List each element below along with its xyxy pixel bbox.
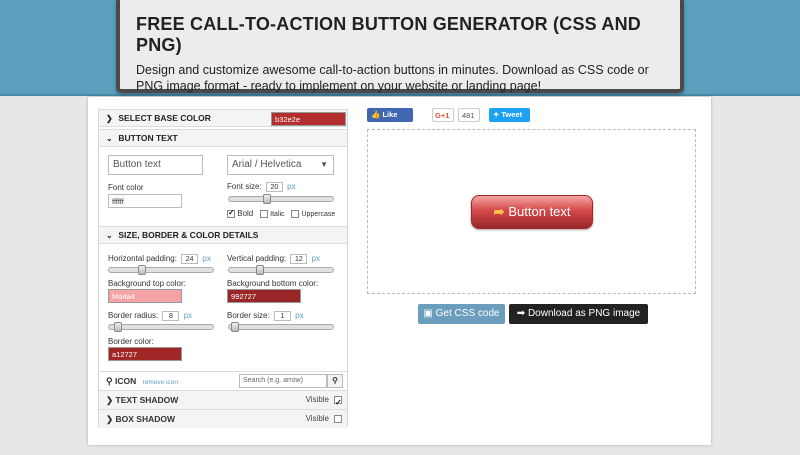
h-padding-slider[interactable] [108,265,214,275]
text-shadow-visible-checkbox[interactable] [334,394,342,412]
font-size-label: Font size: [227,182,262,192]
font-size-row: Font size: 20 px [227,182,296,192]
page-title: FREE CALL-TO-ACTION BUTTON GENERATOR (CS… [136,14,641,55]
v-padding-label: Vertical padding: [227,254,287,264]
tweet-button[interactable]: ✦ Tweet [489,108,530,122]
section-size-border[interactable]: ⌄ SIZE, BORDER & COLOR DETAILS [99,226,347,244]
v-padding-input[interactable]: 12 [290,254,308,264]
border-color-label: Border color: [108,337,154,346]
section-label: BOX SHADOW [115,414,176,424]
section-box-shadow[interactable]: ❯ BOX SHADOW Visible [99,409,347,428]
preview-button-label: Button text [508,204,571,219]
thumbs-up-icon: 👍 [371,110,381,119]
border-radius-row: Border radius: 8 px [108,311,192,321]
border-radius-label: Border radius: [108,311,159,321]
section-label: TEXT SHADOW [115,395,179,405]
font-family-select[interactable]: Arial / Helvetica ▼ [227,155,334,175]
px-unit: px [202,254,211,264]
preview-cta-button[interactable]: ➦ Button text [471,195,593,229]
bg-bottom-color-label: Background bottom color: [227,279,319,288]
font-color-picker[interactable]: ffffff [108,194,182,208]
px-unit: px [295,311,304,321]
button-text-input[interactable]: Button text [108,155,203,175]
h-padding-input[interactable]: 24 [181,254,199,264]
visible-label: Visible [305,414,329,423]
uppercase-label: Uppercase [301,211,336,218]
px-unit: px [183,311,193,321]
border-color-picker[interactable]: a12727 [108,347,182,361]
section-label: ICON [114,376,137,386]
bold-checkbox[interactable] [227,208,235,218]
search-icon: ⚲ [106,376,113,386]
slider-knob[interactable] [138,265,146,275]
section-label: SELECT BASE COLOR [118,113,211,123]
border-radius-slider[interactable] [108,322,214,332]
slider-knob[interactable] [114,322,122,332]
font-style-options: Bold Italic Uppercase [227,208,336,218]
twitter-bird-icon: ✦ [493,110,500,119]
header-banner: FREE CALL-TO-ACTION BUTTON GENERATOR (CS… [116,0,684,93]
border-size-slider[interactable] [228,322,334,332]
bg-top-color-picker[interactable]: f4a4a4 [108,289,182,303]
dropdown-arrow-icon: ▼ [320,160,328,169]
font-family-value: Arial / Helvetica [232,159,302,170]
section-label: BUTTON TEXT [118,133,178,143]
slider-knob[interactable] [231,322,239,332]
google-plus-button[interactable]: G+1 [432,108,454,122]
settings-panel: ❯ SELECT BASE COLOR b32e2e ⌄ BUTTON TEXT… [98,109,348,428]
css-button-label: Get CSS code [435,308,500,319]
v-padding-row: Vertical padding: 12 px [227,254,320,264]
section-text-shadow[interactable]: ❯ TEXT SHADOW Visible [99,390,347,412]
border-size-row: Border size: 1 px [227,311,304,321]
icon-search-input[interactable]: Search (e.g. arrow) [239,374,327,388]
font-color-label: Font color [108,183,144,192]
search-icon: ⚲ [332,376,338,385]
border-size-input[interactable]: 1 [273,311,291,321]
chevron-right-icon: ❯ [106,395,114,405]
visible-label: Visible [305,395,329,404]
px-unit: px [311,254,321,264]
chevron-right-icon: ❯ [106,414,114,424]
base-color-picker[interactable]: b32e2e [271,112,346,126]
v-padding-slider[interactable] [228,265,334,275]
remove-icon-link[interactable]: remove icon [143,379,178,386]
uppercase-checkbox[interactable] [291,209,300,218]
generator-card: ❯ SELECT BASE COLOR b32e2e ⌄ BUTTON TEXT… [88,97,711,445]
slider-knob[interactable] [263,194,271,204]
section-icon[interactable]: ⚲ ICON remove icon Search (e.g. arrow) ⚲ [99,371,347,390]
button-preview-area: ➦ Button text [367,129,696,294]
section-label: SIZE, BORDER & COLOR DETAILS [118,230,259,240]
chevron-down-icon: ⌄ [106,231,113,240]
h-padding-row: Horizontal padding: 24 px [108,254,211,264]
download-png-button[interactable]: ➡ Download as PNG image [509,304,648,324]
h-padding-label: Horizontal padding: [108,254,177,264]
tweet-label: Tweet [501,110,523,119]
slider-knob[interactable] [256,265,264,275]
chevron-right-icon: ❯ [106,114,113,123]
get-css-code-button[interactable]: ▣ Get CSS code [418,304,505,324]
png-button-label: Download as PNG image [527,308,641,319]
icon-search-button[interactable]: ⚲ [327,374,343,388]
bg-top-color-label: Background top color: [108,279,186,288]
page-description: Design and customize awesome call-to-act… [136,63,649,93]
chevron-down-icon: ⌄ [106,134,113,143]
arrow-circle-icon: ➦ [493,204,505,219]
font-size-slider[interactable] [228,194,334,204]
google-plus-count: 481 [458,108,480,122]
italic-checkbox[interactable] [259,209,268,218]
facebook-like-button[interactable]: 👍 Like 1K [367,108,413,133]
section-button-text[interactable]: ⌄ BUTTON TEXT [99,129,347,147]
border-size-label: Border size: [227,311,270,321]
download-icon: ➡ [516,308,526,319]
px-unit: px [287,182,296,192]
font-size-input[interactable]: 20 [265,182,283,192]
gift-icon: ▣ [423,308,433,319]
bold-label: Bold [237,209,254,218]
bg-bottom-color-picker[interactable]: 992727 [227,289,301,303]
box-shadow-visible-checkbox[interactable] [334,415,342,423]
italic-label: Italic [270,211,285,218]
border-radius-input[interactable]: 8 [162,311,180,321]
